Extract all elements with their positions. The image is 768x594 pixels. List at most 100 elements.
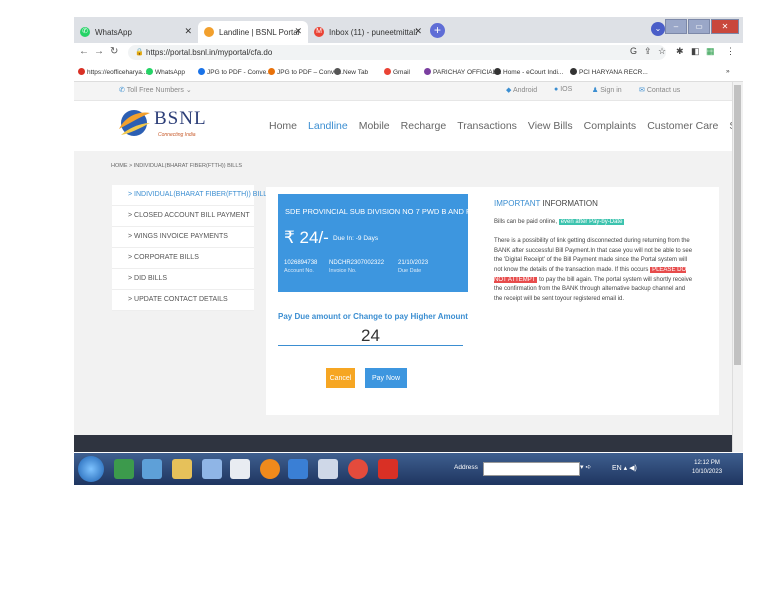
bookmark-item[interactable]: Gmail bbox=[384, 68, 410, 76]
bookmark-item[interactable]: JPG to PDF – Conve... bbox=[268, 68, 343, 76]
bookmark-item[interactable]: Home - eCourt Indi... bbox=[494, 68, 563, 76]
new-tab-button[interactable]: + bbox=[430, 23, 445, 38]
url-bar[interactable]: 🔒 https://portal.bsnl.in/myportal/cfa.do bbox=[128, 45, 666, 60]
close-icon[interactable]: ✕ bbox=[294, 26, 302, 37]
bookmark-item[interactable]: New Tab bbox=[334, 68, 368, 76]
breadcrumb[interactable]: HOME > INDIVIDUAL(BHARAT FIBER(FTTH)) BI… bbox=[111, 163, 242, 169]
pay-amount-input[interactable] bbox=[278, 327, 463, 346]
tollfree-link[interactable]: ✆ Toll Free Numbers ⌄ bbox=[119, 86, 192, 94]
logo-tagline: Connecting India bbox=[158, 132, 196, 138]
nav-item-recharge[interactable]: Recharge bbox=[401, 120, 447, 132]
chevron-down-icon[interactable]: ⌄ bbox=[651, 22, 665, 36]
minimize-icon[interactable]: – bbox=[665, 19, 687, 34]
url-text: https://portal.bsnl.in/myportal/cfa.do bbox=[146, 48, 273, 57]
info-line1-text: Bills can be paid online, bbox=[494, 218, 558, 225]
side-menu: > INDIVIDUAL(BHARAT FIBER(FTTH)) BILLS > … bbox=[112, 185, 272, 311]
pay-amount-label: Pay Due amount or Change to pay Higher A… bbox=[278, 312, 468, 321]
gmail-icon: M bbox=[314, 27, 324, 37]
chrome-alt-icon[interactable] bbox=[318, 459, 338, 479]
sheets-icon[interactable]: ▦ bbox=[706, 46, 715, 57]
bookmark-icon bbox=[78, 68, 85, 75]
lock-icon: 🔒 bbox=[135, 49, 144, 56]
more-bookmarks-button[interactable]: » bbox=[726, 68, 730, 75]
nav-item-view-bills[interactable]: View Bills bbox=[528, 120, 573, 132]
nav-item-landline[interactable]: Landline bbox=[308, 120, 348, 132]
extensions-icon[interactable]: ✱ bbox=[676, 46, 684, 57]
cancel-button[interactable]: Cancel bbox=[326, 368, 355, 388]
close-icon[interactable]: ✕ bbox=[184, 26, 192, 37]
nav-item-complaints[interactable]: Complaints bbox=[584, 120, 637, 132]
share-icon[interactable]: ⇪ bbox=[644, 46, 652, 57]
tab-whatsapp[interactable]: ✆ WhatsApp ✕ bbox=[74, 21, 198, 43]
side-menu-item[interactable]: > CLOSED ACCOUNT BILL PAYMENT bbox=[112, 206, 254, 227]
maximize-icon[interactable]: ▭ bbox=[688, 19, 710, 34]
side-menu-item[interactable]: > UPDATE CONTACT DETAILS bbox=[112, 290, 254, 311]
clock-date: 10/10/2023 bbox=[692, 469, 723, 475]
pay-now-button[interactable]: Pay Now bbox=[365, 368, 407, 388]
blank-page-icon[interactable] bbox=[230, 459, 250, 479]
skype-icon[interactable] bbox=[288, 459, 308, 479]
bookmark-item[interactable]: PCI HARYANA RECR... bbox=[570, 68, 648, 76]
close-window-icon[interactable]: ✕ bbox=[711, 19, 739, 34]
nav-item-home[interactable]: Home bbox=[269, 120, 297, 132]
star-icon[interactable]: ☆ bbox=[658, 46, 666, 57]
side-menu-item[interactable]: > WINGS INVOICE PAYMENTS bbox=[112, 227, 254, 248]
document-icon[interactable] bbox=[202, 459, 222, 479]
tab-gmail[interactable]: M Inbox (11) - puneetmittal2848@g ✕ bbox=[308, 21, 428, 43]
reload-icon[interactable]: ↻ bbox=[110, 46, 118, 57]
nav-item-transactions[interactable]: Transactions bbox=[457, 120, 517, 132]
back-icon[interactable]: ← bbox=[79, 46, 89, 57]
excel-icon[interactable] bbox=[114, 459, 134, 479]
account-number: 1026894738 bbox=[284, 260, 318, 266]
bookmark-item[interactable]: WhatsApp bbox=[146, 68, 185, 76]
menu-icon[interactable]: ⋮ bbox=[726, 46, 735, 57]
apple-icon: ● bbox=[554, 86, 559, 93]
side-menu-item[interactable]: > INDIVIDUAL(BHARAT FIBER(FTTH)) BILLS bbox=[112, 185, 272, 206]
bookmark-icon bbox=[570, 68, 577, 75]
bookmark-icon bbox=[146, 68, 153, 75]
side-menu-item[interactable]: > CORPORATE BILLS bbox=[112, 248, 254, 269]
bookmark-label: Gmail bbox=[393, 69, 410, 76]
tab-label: Landline | BSNL Portal bbox=[219, 27, 300, 37]
bookmark-icon bbox=[334, 68, 341, 75]
explorer-icon[interactable] bbox=[142, 459, 162, 479]
scrollbar-thumb[interactable] bbox=[734, 85, 741, 365]
bookmark-item[interactable]: https://eofficeharya... bbox=[78, 68, 147, 76]
acrobat-icon[interactable] bbox=[378, 459, 398, 479]
start-button[interactable] bbox=[78, 456, 104, 482]
forward-icon[interactable]: → bbox=[94, 46, 104, 57]
nav-item-mobile[interactable]: Mobile bbox=[359, 120, 390, 132]
invoice-number: NDCHR2307002322 bbox=[329, 260, 385, 266]
bookmark-label: PCI HARYANA RECR... bbox=[579, 69, 648, 76]
contact-link[interactable]: ✉ Contact us bbox=[639, 86, 680, 94]
bookmarks-bar: https://eofficeharya... WhatsApp JPG to PD… bbox=[74, 63, 743, 82]
sidepanel-icon[interactable]: ◧ bbox=[691, 46, 700, 57]
chrome-icon[interactable] bbox=[348, 459, 368, 479]
bookmark-label: JPG to PDF - Conve... bbox=[207, 69, 272, 76]
address-input[interactable] bbox=[483, 462, 580, 476]
tab-label: Inbox (11) - puneetmittal2848@g bbox=[329, 27, 417, 37]
info-line1: Bills can be paid online, even after Pay… bbox=[494, 218, 694, 228]
signin-link[interactable]: ♟ Sign in bbox=[592, 86, 622, 94]
close-icon[interactable]: ✕ bbox=[414, 26, 422, 37]
taskbar: Address ▾ ➪ EN ▴ ◀) 12:12 PM 10/10/2023 bbox=[74, 453, 743, 485]
info-title-a: IMPORTANT bbox=[494, 199, 541, 208]
android-link[interactable]: ◆ Android bbox=[506, 86, 537, 94]
nav-item-customer-care[interactable]: Customer Care bbox=[647, 120, 718, 132]
folder-icon[interactable] bbox=[172, 459, 192, 479]
main-nav: Home Landline Mobile Recharge Transactions Vi… bbox=[269, 120, 732, 132]
bsnl-logo-icon[interactable] bbox=[116, 105, 152, 141]
firefox-icon[interactable] bbox=[260, 459, 280, 479]
ios-link[interactable]: ● IOS bbox=[554, 86, 572, 93]
go-arrow-icon[interactable]: ▾ ➪ bbox=[580, 463, 591, 471]
android-label: Android bbox=[512, 87, 538, 94]
bill-amount: ₹ 24/- bbox=[284, 228, 329, 247]
tab-bsnl[interactable]: Landline | BSNL Portal ✕ bbox=[198, 21, 308, 43]
system-tray[interactable]: EN ▴ ◀) bbox=[612, 464, 637, 472]
translate-icon[interactable]: G bbox=[630, 46, 637, 56]
bookmark-item[interactable]: PARICHAY OFFICIAL... bbox=[424, 68, 502, 76]
account-label: Account No. bbox=[284, 268, 314, 274]
clock[interactable]: 12:12 PM 10/10/2023 bbox=[692, 459, 722, 477]
bookmark-item[interactable]: JPG to PDF - Conve... bbox=[198, 68, 272, 76]
side-menu-item[interactable]: > DID BILLS bbox=[112, 269, 254, 290]
